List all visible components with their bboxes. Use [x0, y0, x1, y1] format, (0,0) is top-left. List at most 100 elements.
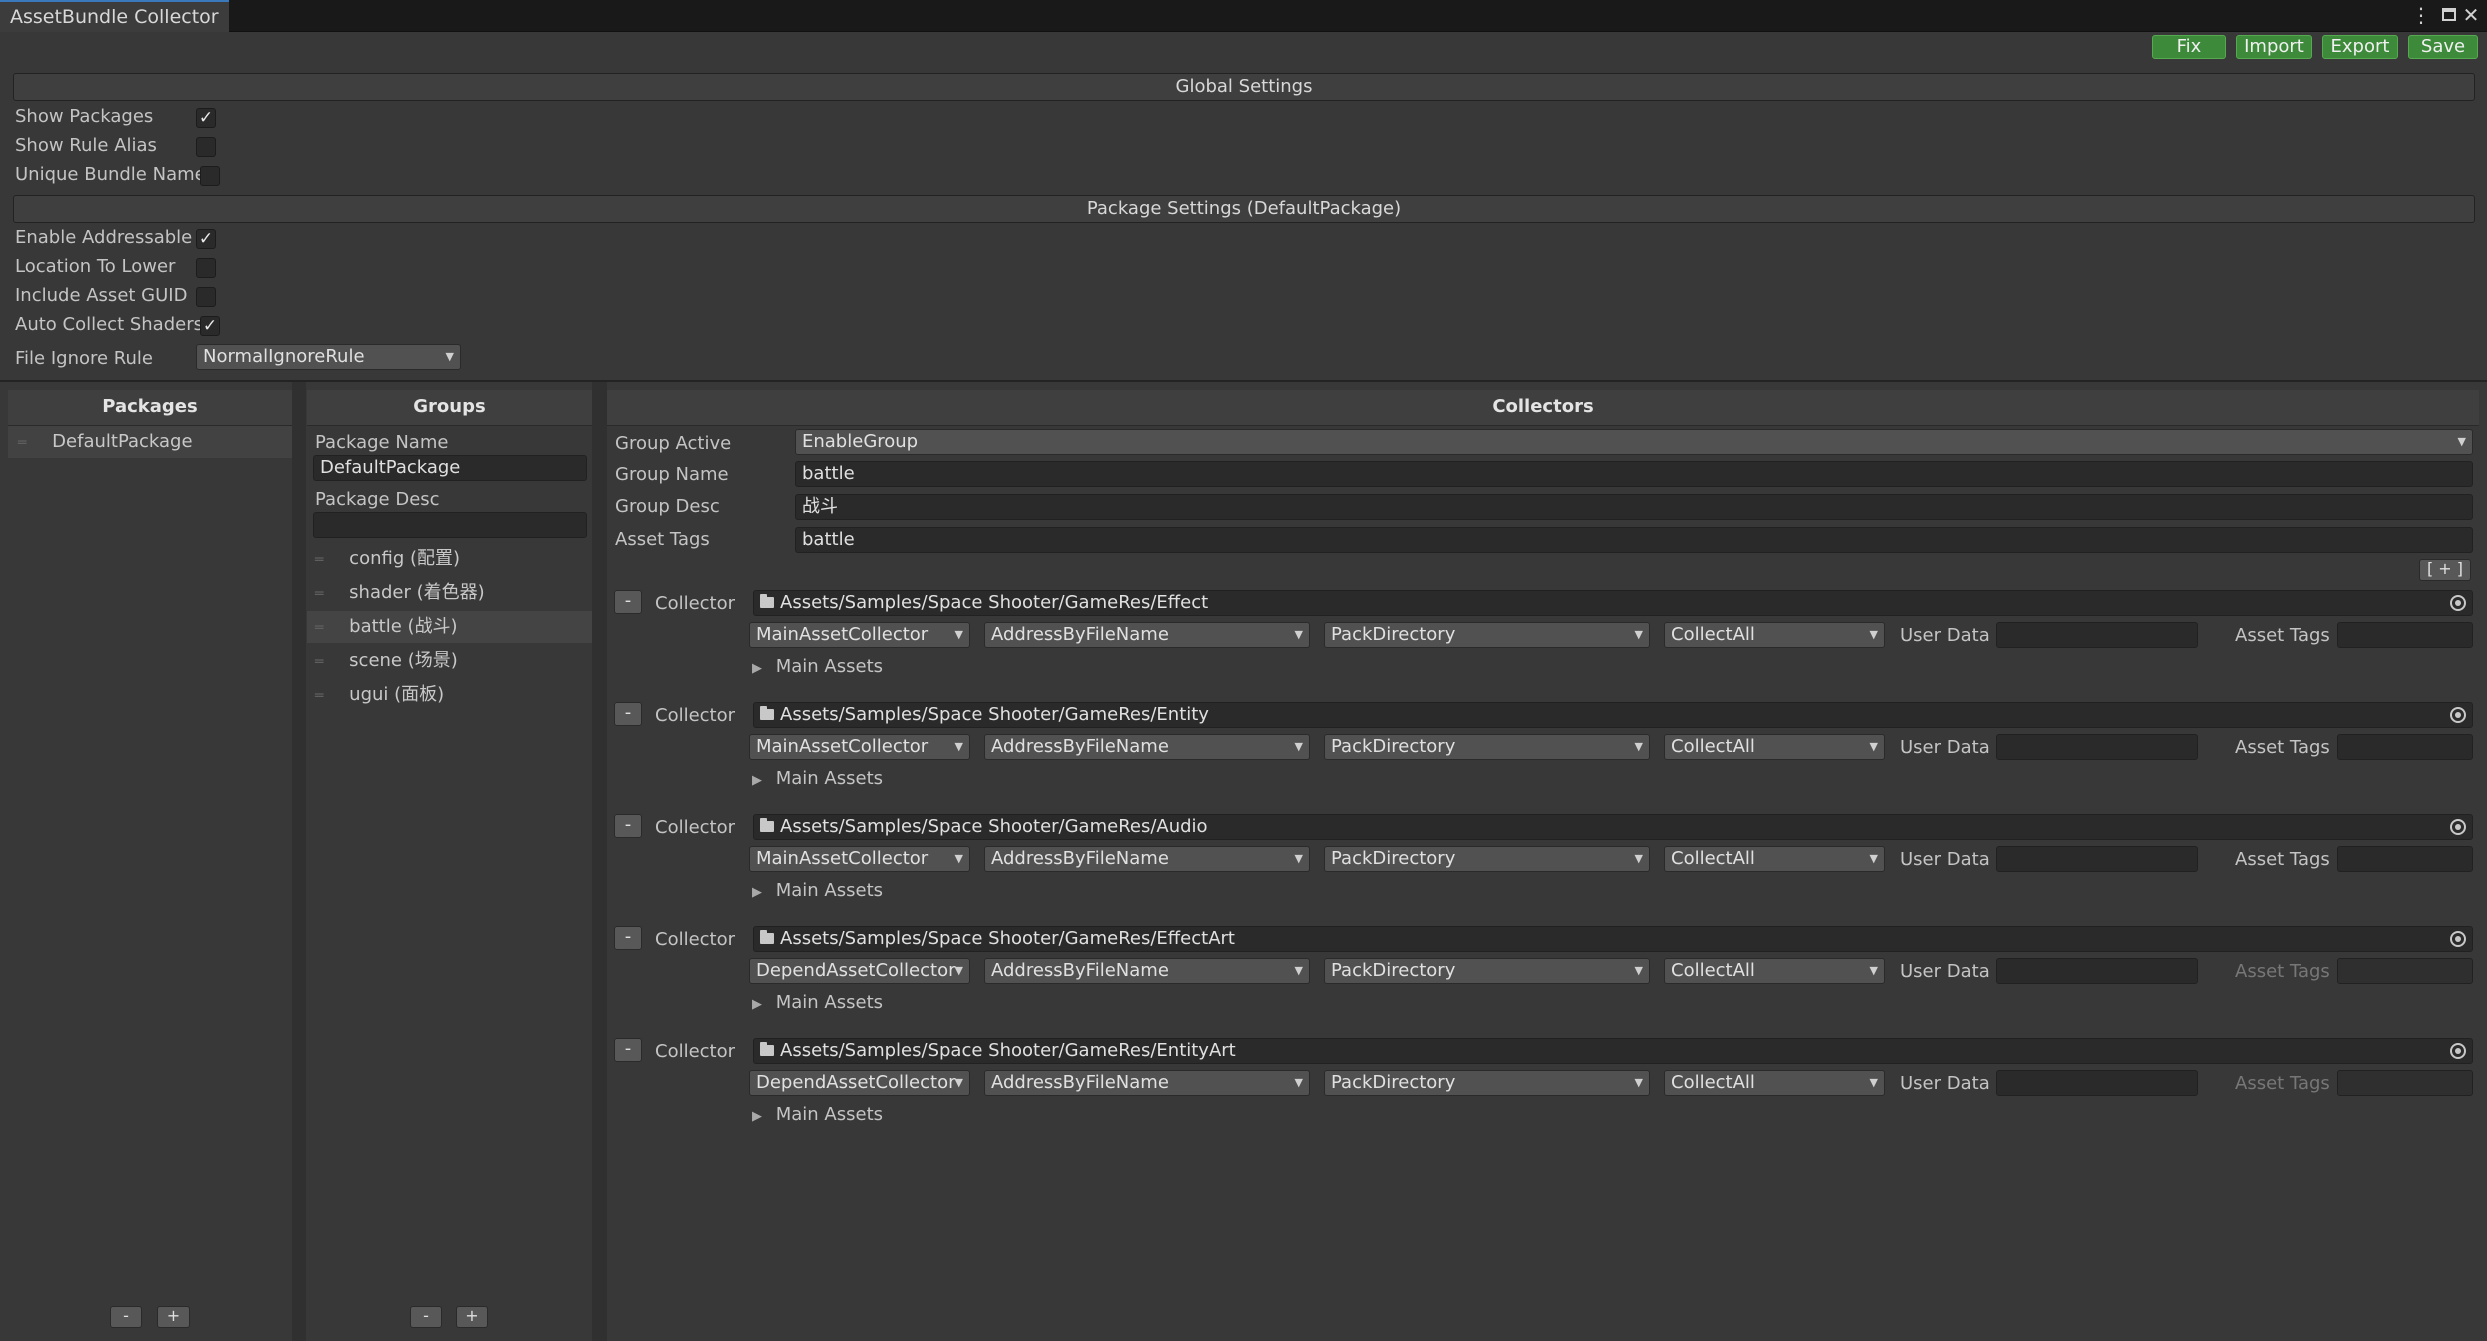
include-asset-guid-checkbox[interactable]	[196, 287, 216, 307]
main-assets-foldout[interactable]: ▶ Main Assets	[752, 656, 883, 677]
collector-path-input[interactable]: Assets/Samples/Space Shooter/GameRes/Eff…	[753, 590, 2473, 616]
main-assets-foldout[interactable]: ▶ Main Assets	[752, 880, 883, 901]
unique-bundle-name-checkbox[interactable]	[200, 166, 220, 186]
collector-asset-tags-input[interactable]	[2337, 846, 2473, 872]
group-active-value: EnableGroup	[802, 431, 919, 452]
group-item-ugui[interactable]: ═ ugui (面板)	[307, 679, 592, 711]
filter-rule-dropdown[interactable]: CollectAll ▼	[1664, 622, 1885, 648]
collector-type-dropdown[interactable]: MainAssetCollector ▼	[749, 734, 970, 760]
pack-rule-dropdown[interactable]: PackDirectory ▼	[1324, 958, 1650, 984]
close-icon[interactable]: ✕	[2458, 2, 2484, 28]
file-ignore-rule-dropdown[interactable]: NormalIgnoreRule ▼	[196, 344, 461, 370]
asset-tags-input[interactable]: battle	[795, 527, 2473, 553]
group-item-config[interactable]: ═ config (配置)	[307, 543, 592, 575]
package-desc-input[interactable]	[313, 512, 587, 538]
group-active-dropdown[interactable]: EnableGroup ▼	[795, 429, 2473, 455]
collector-asset-tags-label: Asset Tags	[2235, 849, 2330, 870]
add-collector-button[interactable]: [ + ]	[2419, 559, 2471, 581]
pack-rule-dropdown[interactable]: PackDirectory ▼	[1324, 622, 1650, 648]
panel-splitter[interactable]	[292, 382, 306, 1341]
collector-path: Assets/Samples/Space Shooter/GameRes/Ent…	[780, 704, 1209, 725]
chevron-down-icon: ▼	[954, 628, 963, 641]
address-rule-dropdown[interactable]: AddressByFileName ▼	[984, 734, 1310, 760]
enable-addressable-checkbox[interactable]: ✓	[196, 229, 216, 249]
filter-rule-dropdown[interactable]: CollectAll ▼	[1664, 846, 1885, 872]
collector-type-dropdown[interactable]: DependAssetCollector ▼	[749, 1070, 970, 1096]
auto-collect-shaders-checkbox[interactable]: ✓	[200, 316, 220, 336]
remove-collector-button[interactable]: -	[614, 590, 642, 614]
target-icon[interactable]	[2450, 595, 2466, 611]
target-icon[interactable]	[2450, 707, 2466, 723]
remove-collector-button[interactable]: -	[614, 1038, 642, 1062]
address-rule-dropdown[interactable]: AddressByFileName ▼	[984, 1070, 1310, 1096]
user-data-input[interactable]	[1996, 1070, 2198, 1096]
remove-collector-button[interactable]: -	[614, 926, 642, 950]
group-desc-input[interactable]: 战斗	[795, 494, 2473, 520]
user-data-label: User Data	[1900, 737, 1990, 758]
export-button[interactable]: Export	[2322, 35, 2398, 59]
remove-package-button[interactable]: -	[110, 1306, 142, 1328]
collector-path-input[interactable]: Assets/Samples/Space Shooter/GameRes/Aud…	[753, 814, 2473, 840]
fix-button[interactable]: Fix	[2152, 35, 2226, 59]
user-data-input[interactable]	[1996, 958, 2198, 984]
filter-rule-dropdown[interactable]: CollectAll ▼	[1664, 1070, 1885, 1096]
pack-rule-dropdown[interactable]: PackDirectory ▼	[1324, 1070, 1650, 1096]
remove-group-button[interactable]: -	[410, 1306, 442, 1328]
user-data-input[interactable]	[1996, 734, 2198, 760]
import-button[interactable]: Import	[2236, 35, 2312, 59]
asset-tags-label: Asset Tags	[615, 529, 710, 550]
add-package-button[interactable]: +	[157, 1306, 190, 1328]
collector-path-input[interactable]: Assets/Samples/Space Shooter/GameRes/Ent…	[753, 1038, 2473, 1064]
collector-label: Collector	[655, 705, 736, 726]
show-rule-alias-checkbox[interactable]	[196, 137, 216, 157]
global-settings-header[interactable]: Global Settings	[13, 73, 2475, 101]
collector-path-input[interactable]: Assets/Samples/Space Shooter/GameRes/Ent…	[753, 702, 2473, 728]
filter-rule-value: CollectAll	[1671, 736, 1755, 757]
collector-type-dropdown[interactable]: MainAssetCollector ▼	[749, 846, 970, 872]
chevron-down-icon: ▼	[1294, 852, 1303, 865]
collector-type-dropdown[interactable]: MainAssetCollector ▼	[749, 622, 970, 648]
address-rule-dropdown[interactable]: AddressByFileName ▼	[984, 958, 1310, 984]
folder-icon	[760, 1042, 774, 1056]
group-name-input[interactable]: battle	[795, 461, 2473, 487]
panel-splitter[interactable]	[592, 382, 607, 1341]
collector-asset-tags-input[interactable]	[2337, 622, 2473, 648]
kebab-menu-icon[interactable]: ⋮	[2408, 2, 2434, 28]
group-item-shader[interactable]: ═ shader (着色器)	[307, 577, 592, 609]
remove-collector-button[interactable]: -	[614, 702, 642, 726]
package-item-defaultpackage[interactable]: ═ DefaultPackage	[8, 426, 292, 458]
address-rule-dropdown[interactable]: AddressByFileName ▼	[984, 622, 1310, 648]
package-settings-header[interactable]: Package Settings (DefaultPackage)	[13, 195, 2475, 223]
main-assets-foldout[interactable]: ▶ Main Assets	[752, 992, 883, 1013]
pack-rule-value: PackDirectory	[1331, 848, 1456, 869]
main-assets-foldout[interactable]: ▶ Main Assets	[752, 768, 883, 789]
remove-collector-button[interactable]: -	[614, 814, 642, 838]
collector-type-dropdown[interactable]: DependAssetCollector ▼	[749, 958, 970, 984]
user-data-input[interactable]	[1996, 846, 2198, 872]
target-icon[interactable]	[2450, 1043, 2466, 1059]
user-data-input[interactable]	[1996, 622, 2198, 648]
collector-path-input[interactable]: Assets/Samples/Space Shooter/GameRes/Eff…	[753, 926, 2473, 952]
target-icon[interactable]	[2450, 931, 2466, 947]
package-name-input[interactable]: DefaultPackage	[313, 455, 587, 481]
pack-rule-dropdown[interactable]: PackDirectory ▼	[1324, 846, 1650, 872]
group-item-battle[interactable]: ═ battle (战斗)	[307, 611, 592, 643]
save-button[interactable]: Save	[2408, 35, 2478, 59]
window-tab[interactable]: AssetBundle Collector	[0, 0, 229, 32]
auto-collect-shaders-label: Auto Collect Shaders	[15, 314, 203, 335]
filter-rule-dropdown[interactable]: CollectAll ▼	[1664, 734, 1885, 760]
chevron-down-icon: ▼	[1869, 1076, 1878, 1089]
collector-type-value: MainAssetCollector	[756, 624, 929, 645]
triangle-right-icon: ▶	[752, 773, 762, 788]
add-group-button[interactable]: +	[456, 1306, 488, 1328]
location-to-lower-checkbox[interactable]	[196, 258, 216, 278]
show-packages-checkbox[interactable]: ✓	[196, 108, 216, 128]
address-rule-dropdown[interactable]: AddressByFileName ▼	[984, 846, 1310, 872]
pack-rule-dropdown[interactable]: PackDirectory ▼	[1324, 734, 1650, 760]
main-assets-foldout[interactable]: ▶ Main Assets	[752, 1104, 883, 1125]
target-icon[interactable]	[2450, 819, 2466, 835]
group-item-scene[interactable]: ═ scene (场景)	[307, 645, 592, 677]
collector-label: Collector	[655, 929, 736, 950]
collector-asset-tags-input[interactable]	[2337, 734, 2473, 760]
filter-rule-dropdown[interactable]: CollectAll ▼	[1664, 958, 1885, 984]
